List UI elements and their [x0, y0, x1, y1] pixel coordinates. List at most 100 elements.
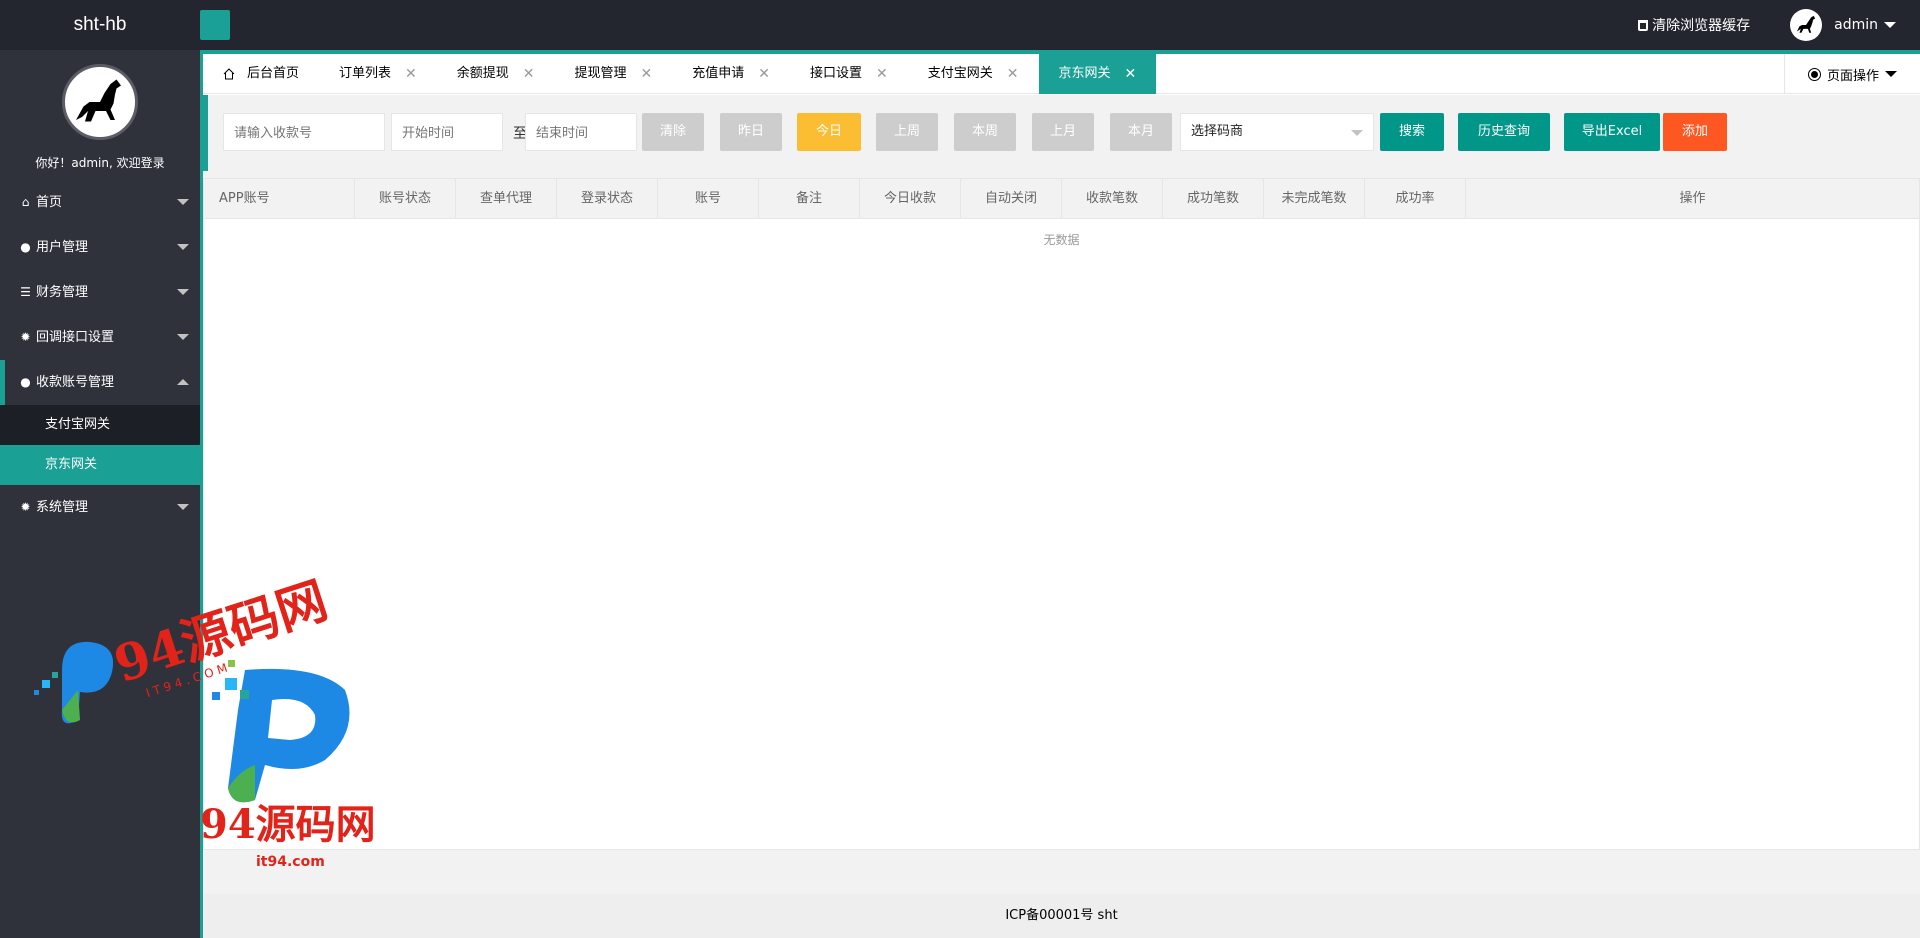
tab-bar: 后台首页 订单列表 ✕ 余额提现 ✕ 提现管理 ✕ 充值申请 ✕ 接口设置 ✕ …	[203, 54, 1920, 94]
tab-label: 提现管理	[574, 66, 627, 81]
clear-button[interactable]: 清除	[642, 113, 704, 151]
tab-orders[interactable]: 订单列表 ✕	[319, 54, 437, 94]
horse-icon	[1797, 15, 1816, 33]
export-excel-button[interactable]: 导出Excel	[1564, 113, 1660, 151]
column-header: 登录状态	[557, 179, 658, 219]
column-header: 收款笔数	[1062, 179, 1163, 219]
column-header: 账号状态	[355, 179, 456, 219]
tab-api-settings[interactable]: 接口设置 ✕	[790, 54, 908, 94]
chevron-down-icon	[177, 244, 189, 250]
sidebar-submenu: 支付宝网关 京东网关	[0, 405, 200, 485]
start-time-input[interactable]	[391, 113, 503, 151]
column-header: 成功笔数	[1163, 179, 1264, 219]
table-header: APP账号 账号状态 查单代理 登录状态 账号 备注 今日收款 自动关闭 收款笔…	[204, 179, 1919, 219]
chevron-up-icon	[177, 379, 189, 385]
tab-recharge[interactable]: 充值申请 ✕	[672, 54, 790, 94]
users-icon: ●	[20, 375, 31, 389]
tab-home[interactable]: 后台首页	[203, 54, 319, 94]
this-month-button[interactable]: 本月	[1110, 113, 1172, 151]
tab-alipay-gateway[interactable]: 支付宝网关 ✕	[908, 54, 1039, 94]
sidebar-user-panel: 你好！admin, 欢迎登录	[0, 50, 200, 180]
column-header: 自动关闭	[961, 179, 1062, 219]
close-icon[interactable]: ✕	[641, 54, 653, 94]
last-month-button[interactable]: 上月	[1032, 113, 1094, 151]
column-header: 操作	[1679, 191, 1706, 206]
merchant-select[interactable]: 选择码商	[1180, 113, 1374, 151]
end-time-input[interactable]	[525, 113, 637, 151]
close-icon[interactable]: ✕	[876, 54, 888, 94]
sidebar-subitem-alipay[interactable]: 支付宝网关	[0, 405, 200, 445]
tab-label: 订单列表	[339, 66, 392, 81]
tab-label: 接口设置	[810, 66, 863, 81]
horse-icon	[76, 79, 121, 122]
account-search-input[interactable]	[223, 113, 385, 151]
search-button[interactable]: 搜索	[1380, 113, 1444, 151]
close-icon[interactable]: ✕	[523, 54, 535, 94]
tab-balance-withdraw[interactable]: 余额提现 ✕	[437, 54, 555, 94]
column-header: APP账号	[204, 179, 355, 219]
yesterday-button[interactable]: 昨日	[720, 113, 782, 151]
data-table: APP账号 账号状态 查单代理 登录状态 账号 备注 今日收款 自动关闭 收款笔…	[203, 178, 1920, 850]
footer: ICP备00001号 sht	[203, 894, 1920, 938]
list-icon: ☰	[20, 285, 31, 299]
sidebar-item-label: 财务管理	[36, 285, 89, 300]
welcome-text: 你好！admin, 欢迎登录	[35, 156, 165, 170]
avatar	[62, 64, 138, 140]
chevron-down-icon	[177, 504, 189, 510]
close-icon[interactable]: ✕	[405, 54, 417, 94]
add-button[interactable]: 添加	[1663, 113, 1727, 151]
chevron-down-icon	[177, 199, 189, 205]
sidebar-item-label: 系统管理	[36, 500, 89, 515]
user-icon: ●	[20, 240, 31, 254]
history-query-button[interactable]: 历史查询	[1458, 113, 1550, 151]
sidebar-item-accounts[interactable]: ● 收款账号管理	[0, 360, 200, 405]
chevron-down-icon	[1885, 71, 1897, 77]
chevron-down-icon	[177, 334, 189, 340]
gear-icon: ✹	[20, 500, 31, 514]
app-logo[interactable]: sht-hb	[0, 0, 200, 50]
merchant-select-value: 选择码商	[1191, 124, 1244, 139]
close-icon[interactable]: ✕	[758, 54, 770, 94]
today-button[interactable]: 今日	[797, 113, 861, 151]
sidebar-item-callback[interactable]: ✹ 回调接口设置	[0, 315, 200, 360]
tab-label: 支付宝网关	[927, 66, 993, 81]
filter-toolbar: 至 清除 昨日 今日 上周 本周 上月 本月 选择码商 搜索 历史查询 导出Ex…	[203, 95, 1920, 171]
sidebar-item-finance[interactable]: ☰ 财务管理	[0, 270, 200, 315]
sidebar-item-label: 回调接口设置	[36, 330, 115, 345]
column-header: 未完成笔数	[1264, 179, 1365, 219]
sidebar-item-label: 用户管理	[36, 240, 89, 255]
target-icon	[1807, 67, 1821, 81]
sidebar-toggle-button[interactable]	[200, 10, 230, 40]
chevron-down-icon	[1884, 22, 1896, 28]
tab-label: 充值申请	[692, 66, 745, 81]
trash-icon	[1638, 19, 1649, 31]
sidebar: 你好！admin, 欢迎登录 ⌂ 首页 ● 用户管理 ☰ 财务管理 ✹ 回调接口…	[0, 50, 200, 938]
sidebar-item-system[interactable]: ✹ 系统管理	[0, 485, 200, 530]
user-menu[interactable]: admin	[1790, 9, 1896, 41]
last-week-button[interactable]: 上周	[876, 113, 938, 151]
column-header: 账号	[658, 179, 759, 219]
home-icon	[223, 68, 235, 80]
sidebar-item-users[interactable]: ● 用户管理	[0, 225, 200, 270]
page-operations-menu[interactable]: 页面操作	[1784, 54, 1920, 94]
close-icon[interactable]: ✕	[1125, 54, 1137, 94]
gear-icon: ✹	[20, 330, 31, 344]
user-name: admin	[1834, 17, 1878, 33]
chevron-down-icon	[1351, 130, 1363, 136]
tab-withdraw-manage[interactable]: 提现管理 ✕	[555, 54, 673, 94]
clear-cache-button[interactable]: 清除浏览器缓存	[1638, 15, 1750, 35]
close-icon[interactable]: ✕	[1007, 54, 1019, 94]
page-ops-label: 页面操作	[1826, 68, 1879, 84]
sidebar-item-home[interactable]: ⌂ 首页	[0, 180, 200, 225]
tab-label: 京东网关	[1058, 66, 1111, 81]
column-header: 成功率	[1365, 179, 1466, 219]
this-week-button[interactable]: 本周	[954, 113, 1016, 151]
sidebar-subitem-jd[interactable]: 京东网关	[0, 445, 200, 485]
column-header: 备注	[759, 179, 860, 219]
home-icon: ⌂	[21, 195, 30, 209]
clear-cache-label: 清除浏览器缓存	[1652, 18, 1751, 34]
tab-jd-gateway[interactable]: 京东网关 ✕	[1038, 54, 1157, 94]
chevron-down-icon	[177, 289, 189, 295]
tab-label: 余额提现	[456, 66, 509, 81]
main-area: 后台首页 订单列表 ✕ 余额提现 ✕ 提现管理 ✕ 充值申请 ✕ 接口设置 ✕ …	[200, 50, 1920, 938]
